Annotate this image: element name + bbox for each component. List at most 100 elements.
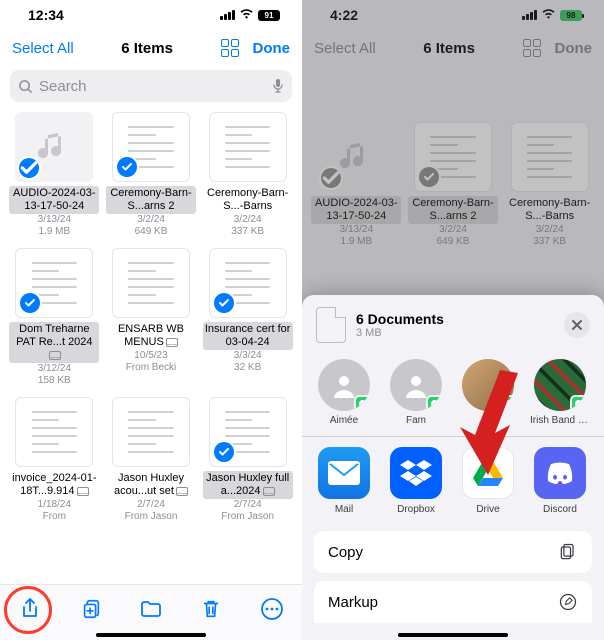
discord-icon <box>534 447 586 499</box>
file-item[interactable]: invoice_2024-01-18T...9.9141/18/24From <box>6 395 103 529</box>
dropbox-icon <box>390 447 442 499</box>
file-item[interactable]: Ceremony-Barn-S...-Barns3/2/24337 KB <box>199 110 296 244</box>
file-thumbnail <box>112 112 190 182</box>
file-name: invoice_2024-01-18T...9.914 <box>9 471 99 499</box>
mail-icon <box>318 447 370 499</box>
contacts-row: Aimée Fam ...ey Irish Band Chat <box>302 355 604 436</box>
share-app-discord[interactable]: Discord <box>528 447 592 515</box>
page-title: 6 Items <box>121 40 173 57</box>
file-size: 1.9 MB <box>38 226 70 238</box>
file-date: 2/7/24 <box>234 499 262 511</box>
copy-icon <box>558 542 578 562</box>
contact-name: Aimée <box>330 415 358 426</box>
mail-badge-icon <box>77 487 89 496</box>
avatar <box>534 359 586 411</box>
wifi-icon <box>239 8 254 22</box>
file-size: 649 KB <box>135 226 168 238</box>
toolbar: Select All 6 Items Done <box>0 30 302 66</box>
share-app-drive[interactable]: Drive <box>456 447 520 515</box>
file-size: From Becki <box>126 362 177 374</box>
folder-icon[interactable] <box>139 597 163 621</box>
home-indicator[interactable] <box>96 633 206 637</box>
file-date: 10/5/23 <box>134 350 167 362</box>
app-name: Drive <box>476 504 499 515</box>
drive-icon <box>462 447 514 499</box>
file-size: From <box>43 511 66 523</box>
file-date: 1/18/24 <box>38 499 71 511</box>
share-contact[interactable]: ...ey <box>456 359 520 426</box>
file-item[interactable]: AUDIO-2024-03-13-17-50-243/13/241.9 MB <box>6 110 103 244</box>
file-name: Jason Huxley full a...2024 <box>203 471 293 499</box>
mail-badge-icon <box>176 487 188 496</box>
file-thumbnail <box>112 248 190 318</box>
home-indicator[interactable] <box>398 633 508 637</box>
file-size: From Jason <box>125 511 178 523</box>
cellular-icon <box>220 10 235 20</box>
share-contact[interactable]: Aimée <box>312 359 376 426</box>
share-sheet: 6 Documents 3 MB AiméeFam...eyIrish Band… <box>302 295 604 640</box>
file-date: 3/12/24 <box>38 363 71 375</box>
status-bar: 12:34 91 <box>0 0 302 30</box>
file-item[interactable]: Dom Treharne PAT Re...t 20243/12/24158 K… <box>6 246 103 393</box>
app-name: Discord <box>543 504 577 515</box>
apps-row: MailDropbox Drive Discord <box>302 436 604 525</box>
share-contact[interactable]: Irish Band Chat <box>528 359 592 426</box>
whatsapp-badge-icon <box>570 395 586 411</box>
file-item[interactable]: Ceremony-Barn-S...arns 23/2/24649 KB <box>103 110 200 244</box>
view-grid-icon[interactable] <box>221 39 239 57</box>
file-thumbnail <box>15 248 93 318</box>
file-date: 3/2/24 <box>234 214 262 226</box>
share-app-dropbox[interactable]: Dropbox <box>384 447 448 515</box>
trash-icon[interactable] <box>199 597 223 621</box>
file-item[interactable]: ENSARB WB MENUS10/5/23From Becki <box>103 246 200 393</box>
copy-action[interactable]: Copy <box>314 531 592 573</box>
mail-badge-icon <box>166 338 178 347</box>
battery-icon: 91 <box>258 10 280 21</box>
avatar <box>318 359 370 411</box>
file-thumbnail <box>209 248 287 318</box>
file-size: From Jason <box>221 511 274 523</box>
sheet-title: 6 Documents <box>356 311 444 327</box>
contact-name: ...ey <box>479 415 498 426</box>
file-item[interactable]: Jason Huxley full a...20242/7/24From Jas… <box>199 395 296 529</box>
close-button[interactable] <box>564 312 590 338</box>
time: 12:34 <box>28 7 64 23</box>
contact-name: Irish Band Chat <box>530 415 590 426</box>
file-name: Insurance cert for 03-04-24 <box>203 322 293 350</box>
file-name: AUDIO-2024-03-13-17-50-24 <box>9 186 99 214</box>
file-date: 2/7/24 <box>137 499 165 511</box>
file-item[interactable]: Insurance cert for 03-04-243/3/2432 KB <box>199 246 296 393</box>
search-input[interactable]: Search <box>10 70 292 102</box>
file-thumbnail <box>209 112 287 182</box>
mail-badge-icon <box>263 487 275 496</box>
share-icon[interactable] <box>18 597 42 621</box>
markup-action[interactable]: Markup <box>314 581 592 623</box>
file-size: 158 KB <box>38 375 71 387</box>
share-app-mail[interactable]: Mail <box>312 447 376 515</box>
file-thumbnail <box>15 112 93 182</box>
mic-icon[interactable] <box>272 78 284 94</box>
close-icon <box>571 319 583 331</box>
duplicate-icon[interactable] <box>79 597 103 621</box>
file-name: Jason Huxley acou...ut set <box>106 471 196 499</box>
file-date: 3/2/24 <box>137 214 165 226</box>
file-name: Ceremony-Barn-S...-Barns <box>203 186 293 214</box>
mail-badge-icon <box>49 351 61 360</box>
bottom-toolbar <box>0 584 302 640</box>
file-date: 3/13/24 <box>38 214 71 226</box>
markup-icon <box>558 592 578 612</box>
done-button[interactable]: Done <box>253 40 291 57</box>
select-all-button[interactable]: Select All <box>12 40 74 57</box>
document-icon <box>316 307 346 343</box>
file-item[interactable]: Jason Huxley acou...ut set2/7/24From Jas… <box>103 395 200 529</box>
file-name: Dom Treharne PAT Re...t 2024 <box>9 322 99 363</box>
share-contact[interactable]: Fam <box>384 359 448 426</box>
file-thumbnail <box>15 397 93 467</box>
contact-name: Fam <box>406 415 426 426</box>
file-date: 3/3/24 <box>234 350 262 362</box>
file-thumbnail <box>112 397 190 467</box>
more-icon[interactable] <box>260 597 284 621</box>
file-name: ENSARB WB MENUS <box>106 322 196 350</box>
whatsapp-badge-icon <box>498 395 514 411</box>
file-size: 32 KB <box>234 362 261 374</box>
